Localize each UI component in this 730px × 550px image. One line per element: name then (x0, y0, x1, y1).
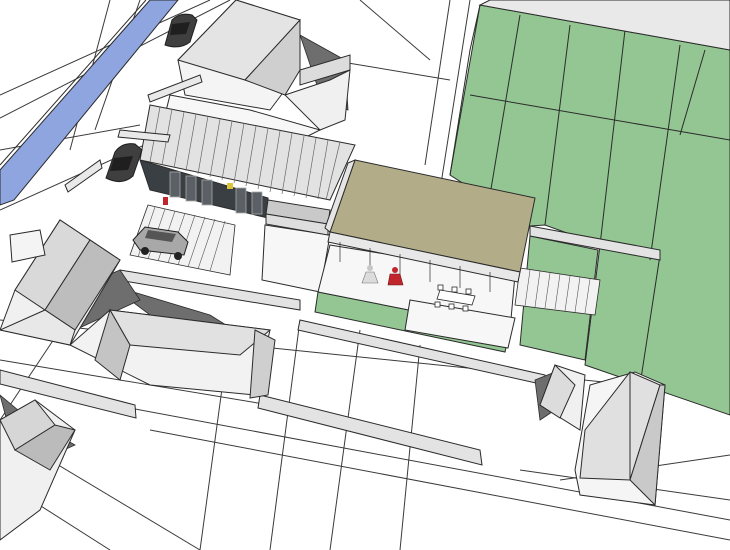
car-icon (105, 143, 143, 182)
house-lower-left (0, 399, 76, 541)
site-model-view (0, 0, 730, 550)
house-south-west (69, 308, 276, 399)
house-south-east (539, 364, 666, 507)
car-icon (164, 13, 198, 48)
red-door (163, 197, 168, 205)
site-model-canvas (0, 0, 730, 550)
yellow-window (227, 183, 233, 189)
